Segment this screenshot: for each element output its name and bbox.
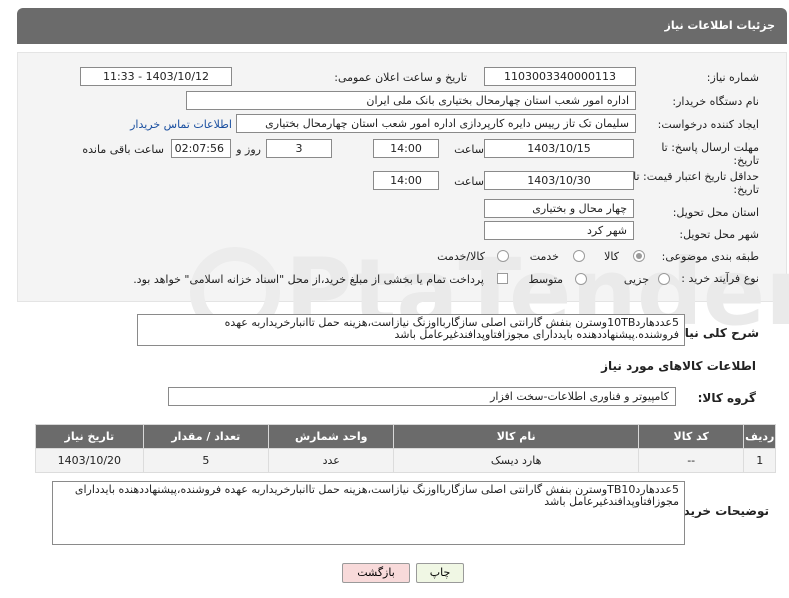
description-label: شرح کلی نیاز: xyxy=(673,326,759,340)
category-radio-goods-service[interactable] xyxy=(497,250,509,262)
remaining-time: 02:07:56 xyxy=(171,139,231,158)
category-radio-service[interactable] xyxy=(573,250,585,262)
table-header-row: ردیف کد کالا نام کالا واحد شمارش تعداد /… xyxy=(35,424,776,449)
reply-deadline-label: مهلت ارسال پاسخ: تا xyxy=(661,141,759,154)
goods-group-field: کامپیوتر و فناوری اطلاعات-سخت افزار xyxy=(168,387,676,406)
purchase-option-minor: جزیی xyxy=(623,273,649,286)
goods-group-label: گروه کالا: xyxy=(697,391,756,405)
purchase-radio-minor[interactable] xyxy=(658,273,670,285)
page-header: جزئیات اطلاعات نیاز xyxy=(17,8,787,44)
buyer-notes-field: 5عددهاردTB10وسترن بنفش گارانتی اصلی سازگ… xyxy=(52,481,685,545)
cell-unit: عدد xyxy=(268,448,395,473)
purchase-radio-medium[interactable] xyxy=(575,273,587,285)
price-time-label: ساعت xyxy=(454,175,484,188)
col-unit: واحد شمارش xyxy=(268,424,395,449)
category-option-goods: کالا xyxy=(604,250,619,263)
buyer-org-field: اداره امور شعب استان چهارمحال بختیاری با… xyxy=(186,91,636,110)
goods-section-title: اطلاعات کالاهای مورد نیاز xyxy=(601,359,756,373)
need-number-label: شماره نیاز: xyxy=(706,71,759,84)
category-label: طبقه بندی موضوعی: xyxy=(661,250,759,263)
category-option-service: خدمت xyxy=(529,250,559,263)
goods-table: ردیف کد کالا نام کالا واحد شمارش تعداد /… xyxy=(35,424,776,473)
delivery-city-field: شهر کرد xyxy=(484,221,634,240)
table-row: 1 -- هارد دیسک عدد 5 1403/10/20 xyxy=(35,448,776,473)
announce-datetime-field: 1403/10/12 - 11:33 xyxy=(80,67,232,86)
reply-deadline-label-2: تاریخ: xyxy=(733,154,759,167)
reply-deadline-time: 14:00 xyxy=(373,139,439,158)
requester-field: سلیمان تک تاز رییس دایره کارپردازی اداره… xyxy=(236,114,636,133)
delivery-city-label: شهر محل تحویل: xyxy=(679,228,759,241)
treasury-checkbox[interactable] xyxy=(497,273,508,284)
days-label: روز و xyxy=(236,143,261,156)
buyer-org-label: نام دستگاه خریدار: xyxy=(672,95,759,108)
cell-code: -- xyxy=(637,448,745,473)
category-option-goods-service: کالا/خدمت xyxy=(437,250,485,263)
page-title: جزئیات اطلاعات نیاز xyxy=(664,19,776,32)
reply-time-label: ساعت xyxy=(454,143,484,156)
purchase-type-label: نوع فرآیند خرید : xyxy=(681,272,759,285)
requester-label: ایجاد کننده درخواست: xyxy=(657,118,759,131)
category-radio-goods[interactable] xyxy=(633,250,645,262)
print-button[interactable]: چاپ xyxy=(416,563,464,583)
remaining-time-label: ساعت باقی مانده xyxy=(82,143,164,156)
col-code: کد کالا xyxy=(637,424,745,449)
price-validity-time: 14:00 xyxy=(373,171,439,190)
announce-datetime-label: تاریخ و ساعت اعلان عمومی: xyxy=(334,71,467,84)
price-validity-label-2: تاریخ: xyxy=(733,183,759,196)
cell-name: هارد دیسک xyxy=(393,448,639,473)
purchase-option-medium: متوسط xyxy=(528,273,563,286)
back-button[interactable]: بازگشت xyxy=(342,563,410,583)
buyer-contact-link[interactable]: اطلاعات تماس خریدار xyxy=(130,118,232,131)
description-field: 5عددهارد10TBوسترن بنفش گارانتی اصلی سازگ… xyxy=(137,314,685,346)
remaining-days: 3 xyxy=(266,139,332,158)
reply-deadline-date: 1403/10/15 xyxy=(484,139,634,158)
col-qty: تعداد / مقدار xyxy=(142,424,270,449)
cell-row: 1 xyxy=(743,448,776,473)
cell-date: 1403/10/20 xyxy=(35,448,144,473)
delivery-province-field: چهار محال و بختیاری xyxy=(484,199,634,218)
col-row: ردیف xyxy=(743,424,776,449)
delivery-province-label: استان محل تحویل: xyxy=(672,206,759,219)
need-number-field: 1103003340000113 xyxy=(484,67,636,86)
col-name: نام کالا xyxy=(393,424,639,449)
treasury-note: پرداخت تمام یا بخشی از مبلغ خرید،از محل … xyxy=(133,273,484,286)
col-date: تاریخ نیاز xyxy=(35,424,144,449)
cell-qty: 5 xyxy=(142,448,270,473)
price-validity-label: حداقل تاریخ اعتبار قیمت: تا xyxy=(633,170,759,183)
price-validity-date: 1403/10/30 xyxy=(484,171,634,190)
